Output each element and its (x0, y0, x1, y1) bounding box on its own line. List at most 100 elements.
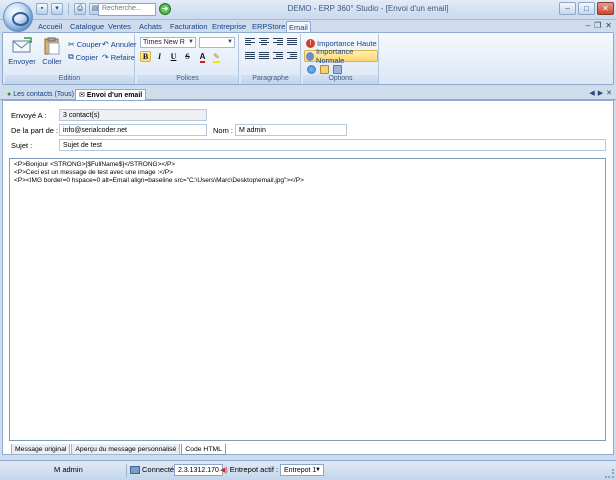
font-color-icon[interactable]: A (197, 51, 208, 63)
cut-label: Couper (76, 39, 102, 49)
paste-button[interactable]: Coller (38, 36, 66, 74)
importance-normal-icon (306, 51, 314, 61)
status-connected-label: Connecté (142, 465, 175, 474)
indent-icon[interactable] (287, 52, 297, 61)
close-icon[interactable]: ✕ (597, 2, 614, 15)
name-label: Nom : (213, 126, 234, 135)
subject-label: Sujet : (11, 141, 33, 150)
tab-original-message[interactable]: Message original (11, 444, 71, 455)
underline-button[interactable]: U (168, 51, 179, 62)
paste-label: Coller (42, 57, 62, 66)
strikethrough-button[interactable]: S (182, 51, 193, 62)
close-icon[interactable]: ✕ (606, 89, 612, 97)
status-warehouse: ◀) Entrepot actif : (220, 465, 278, 474)
redo-label: Refaire (110, 52, 135, 62)
justify-icon[interactable] (287, 38, 297, 47)
font-family-value: Times New R (143, 39, 185, 46)
from-label: De la part de : (11, 126, 59, 135)
copy-icon: ⧉ (68, 52, 74, 61)
ribbon: Envoyer Coller ✂ Couper ⧉ Copier ↶ Annuler … (2, 32, 614, 85)
close-icon[interactable]: ✕ (605, 21, 612, 30)
globe-icon[interactable] (307, 65, 316, 74)
warehouse-select[interactable]: Entrepot 1 ▼ (280, 464, 324, 476)
chevron-down-icon: ▼ (188, 39, 194, 45)
group-polices: Times New R ▼ ▼ B I U S A ✎ Polices (137, 34, 239, 84)
group-paragraphe: Paragraphe (241, 34, 301, 84)
send-button[interactable]: Envoyer (8, 36, 36, 74)
resize-grip-icon[interactable] (605, 469, 614, 478)
italic-button[interactable]: I (154, 51, 165, 62)
font-family-select[interactable]: Times New R ▼ (140, 37, 196, 48)
separator (126, 464, 127, 477)
connection-icon (130, 465, 140, 474)
editor-line: <P>Bonjour <STRONG>[$FullName$]</STRONG>… (14, 161, 176, 168)
bullet-list-icon[interactable] (245, 52, 255, 61)
speaker-icon: ◀) (220, 466, 228, 474)
chevron-down-icon: ▼ (227, 39, 233, 45)
align-right-icon[interactable] (273, 38, 283, 47)
attachment-icon[interactable] (320, 65, 329, 74)
tab-html-code[interactable]: Code HTML (181, 444, 226, 455)
align-left-icon[interactable] (245, 38, 255, 47)
document-tab-nav: ◀ ▶ ✕ (589, 89, 612, 97)
group-options: ! Importance Haute Importance Normale Opt… (303, 34, 379, 84)
recipients-label: Envoyé A : (11, 111, 47, 120)
warehouse-value: Entrepot 1 (284, 467, 317, 474)
subject-field[interactable]: Sujet de test (59, 139, 606, 151)
outdent-icon[interactable] (273, 52, 283, 61)
email-form: Envoyé A : 3 contact(s) De la part de : … (2, 100, 614, 455)
chevron-right-icon[interactable]: ▶ (598, 89, 603, 97)
maximize-icon[interactable]: □ (578, 2, 595, 15)
numbered-list-icon[interactable] (259, 52, 269, 61)
bold-button[interactable]: B (140, 51, 151, 62)
importance-normal-button[interactable]: Importance Normale (304, 47, 378, 65)
image-icon[interactable] (333, 65, 342, 74)
group-label-paragraphe: Paragraphe (241, 75, 300, 84)
font-size-select[interactable]: ▼ (199, 37, 235, 48)
editor-line: <P>Ceci est un message de test avec une … (14, 169, 173, 176)
group-label-polices: Polices (137, 75, 238, 84)
send-label: Envoyer (8, 57, 36, 66)
warehouse-label: Entrepot actif : (229, 465, 279, 474)
chevron-left-icon[interactable]: ◀ (589, 89, 594, 97)
group-edition: Envoyer Coller ✂ Couper ⧉ Copier ↶ Annuler … (5, 34, 138, 84)
envelope-icon: ✉ (79, 92, 85, 99)
doc-tab-contacts-label: Les contacts (Tous) (13, 91, 74, 98)
document-tabs: ● Les contacts (Tous) ✉ Envoi d'un email (0, 88, 616, 100)
status-user: M admin (54, 465, 83, 474)
window-title: DEMO - ERP 360° Studio - [Envoi d'un ema… (287, 4, 449, 13)
highlight-icon[interactable]: ✎ (211, 51, 222, 63)
copy-label: Copier (75, 52, 98, 62)
minimize-icon[interactable]: – (586, 21, 590, 30)
redo-icon: ↷ (102, 52, 109, 62)
group-label-edition: Edition (5, 75, 134, 84)
title-bar: ▪ ▾ ⎙ ▤ Recherche... ➜ DEMO - ERP 360° S… (0, 0, 616, 20)
html-editor[interactable]: <P>Bonjour <STRONG>[$FullName$]</STRONG>… (9, 158, 606, 441)
ribbon-window-controls: – ❐ ✕ (586, 21, 612, 30)
copy-button[interactable]: ⧉ Copier (67, 51, 99, 63)
align-center-icon[interactable] (259, 38, 269, 47)
undo-icon: ↶ (102, 39, 109, 49)
restore-icon[interactable]: ❐ (594, 21, 601, 30)
minimize-icon[interactable]: – (559, 2, 576, 15)
undo-label: Annuler (110, 39, 137, 49)
contacts-icon: ● (7, 91, 12, 98)
undo-button[interactable]: ↶ Annuler (101, 38, 138, 50)
group-label-options: Options (303, 75, 378, 84)
envelope-icon (12, 37, 32, 53)
application-menu-button[interactable] (3, 2, 33, 32)
cut-button[interactable]: ✂ Couper (67, 38, 102, 50)
doc-tab-email[interactable]: ✉ Envoi d'un email (75, 89, 147, 100)
clipboard-icon (44, 37, 60, 55)
doc-tab-email-label: Envoi d'un email (86, 91, 143, 99)
from-email-field[interactable]: info@serialcoder.net (59, 124, 207, 136)
window-controls: – □ ✕ (559, 2, 614, 15)
editor-line: <P><IMG border=0 hspace=0 alt=Email alig… (14, 177, 304, 184)
status-version: 2.3.1312.170 (174, 464, 223, 476)
doc-tab-contacts[interactable]: ● Les contacts (Tous) (4, 89, 77, 100)
tab-personalized-preview[interactable]: Aperçu du message personnalisé (71, 444, 181, 455)
redo-button[interactable]: ↷ Refaire (101, 51, 136, 63)
name-field[interactable]: M admin (235, 124, 347, 136)
editor-mode-tabs: Message original Aperçu du message perso… (11, 444, 227, 455)
recipients-field: 3 contact(s) (59, 109, 207, 121)
